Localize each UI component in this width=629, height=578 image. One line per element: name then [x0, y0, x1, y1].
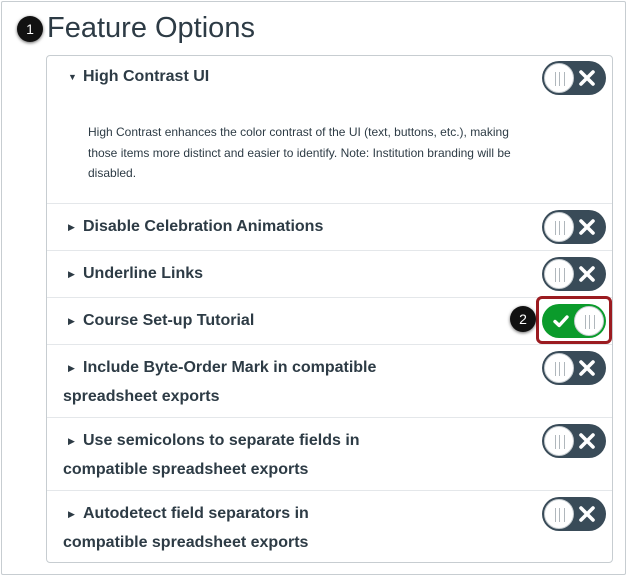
feature-row-disable-celebration-animations: ▶ Disable Celebration Animations — [47, 203, 612, 250]
feature-row-semicolon-separators: ▶ Use semicolons to separate fields in c… — [47, 417, 612, 490]
x-icon — [579, 433, 595, 449]
toggle-knob — [544, 212, 574, 242]
highlight-box — [536, 296, 612, 344]
feature-row-high-contrast: ▼ High Contrast UI High Contrast enhance… — [47, 56, 612, 203]
toggle-knob — [544, 499, 574, 529]
feature-title[interactable]: Include Byte-Order Mark in compatible sp… — [63, 353, 376, 411]
x-icon — [579, 506, 595, 522]
feature-title[interactable]: High Contrast UI — [63, 62, 209, 91]
feature-title[interactable]: Autodetect field separators in compatibl… — [63, 499, 309, 557]
toggle-knob — [544, 426, 574, 456]
toggle-autodetect-separators[interactable] — [542, 497, 606, 531]
toggle-knob — [544, 353, 574, 383]
x-icon — [579, 266, 595, 282]
toggle-semicolon-separators[interactable] — [542, 424, 606, 458]
x-icon — [579, 360, 595, 376]
toggle-knob — [544, 259, 574, 289]
x-icon — [579, 219, 595, 235]
toggle-high-contrast[interactable] — [542, 61, 606, 95]
feature-title[interactable]: Underline Links — [63, 259, 203, 288]
feature-title[interactable]: Course Set-up Tutorial — [63, 306, 254, 335]
step-callout-2: 2 — [510, 306, 536, 332]
feature-description: High Contrast enhances the color contras… — [88, 125, 511, 180]
toggle-knob — [544, 63, 574, 93]
feature-row-byte-order-mark: ▶ Include Byte-Order Mark in compatible … — [47, 344, 612, 417]
step-callout-1: 1 — [17, 16, 43, 42]
feature-title[interactable]: Use semicolons to separate fields in com… — [63, 426, 360, 484]
feature-row-underline-links: ▶ Underline Links — [47, 250, 612, 297]
toggle-byte-order-mark[interactable] — [542, 351, 606, 385]
feature-row-autodetect-separators: ▶ Autodetect field separators in compati… — [47, 490, 612, 562]
page-title: Feature Options — [47, 12, 255, 44]
x-icon — [579, 70, 595, 86]
toggle-underline-links[interactable] — [542, 257, 606, 291]
toggle-disable-celebration-animations[interactable] — [542, 210, 606, 244]
feature-title[interactable]: Disable Celebration Animations — [63, 212, 323, 241]
